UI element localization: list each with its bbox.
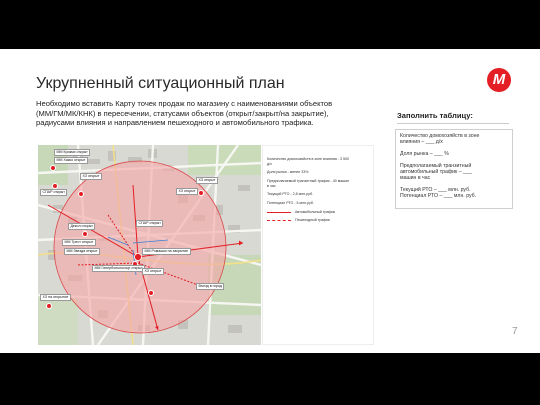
map-label: ХЗ на открытие (40, 294, 71, 301)
map-label: ММ Ромашки на закрытие (142, 248, 191, 255)
car-traffic-swatch (267, 212, 291, 213)
map-label: ХЗ открыт (176, 188, 198, 195)
legend-line: в час (267, 183, 276, 188)
legend-line: Количество домохозяйств в зоне влияния -… (267, 157, 349, 161)
map-label: СПАР открыт (136, 220, 164, 227)
fill-line: Потенциал РТО – ___ млн. руб. (400, 193, 477, 199)
divider (397, 123, 509, 124)
map-label: СПАР открыт (40, 189, 68, 196)
fill-line: Доля рынка – ___ % (400, 151, 449, 157)
description-line: радиусами влияния и направлением пешеход… (36, 118, 314, 128)
map-legend: Количество домохозяйств в зоне влияния -… (262, 145, 374, 345)
map-label: ММ Звезда открыт (64, 248, 100, 255)
store-marker[interactable] (198, 190, 204, 196)
page-number: 7 (512, 326, 518, 337)
brand-logo: М (487, 68, 511, 92)
fill-line: машин в час (400, 175, 431, 181)
map-label: ХЗ открыт (196, 177, 218, 184)
store-marker[interactable] (46, 303, 52, 309)
map-label: Въезд в город (196, 283, 225, 290)
legend-traffic-label: Пешеходный трафик (295, 218, 330, 222)
map-label: ММ Хакко открыт (54, 157, 88, 164)
situation-map[interactable]: ММ Крокмэ открыт ММ Хакко открыт ХЗ откр… (38, 145, 261, 345)
slide-title: Укрупненный ситуационный план (36, 75, 285, 92)
map-label: ХЗ открыт (80, 173, 102, 180)
description-line: (ММ/ГМ/МК/КНК) в пересечении, статусами … (36, 108, 329, 118)
map-label: ММ Крокмэ открыт (54, 149, 91, 156)
legend-line: Текущий РТО - 2,8 млн.руб. (267, 192, 314, 196)
pedestrian-traffic-swatch (267, 220, 291, 221)
fill-line: влияния – ___ д/х (400, 139, 443, 145)
store-marker[interactable] (50, 165, 56, 171)
logo-letter: М (492, 71, 506, 88)
map-label: Декол открыт (68, 223, 96, 230)
store-marker[interactable] (148, 290, 154, 296)
description: Необходимо вставить Карту точек продаж п… (36, 99, 386, 128)
slide: Укрупненный ситуационный план М Необходи… (0, 49, 540, 353)
legend-line: Доля рынка - менее 33% (267, 170, 309, 174)
legend-line: Предполагаемый транзитный трафик - 40 ма… (267, 179, 350, 183)
fill-table-heading: Заполнить таблицу: (397, 111, 473, 120)
fill-table-box[interactable]: Количество домохозяйств в зоне влияния –… (395, 129, 513, 209)
legend-line: д/х (267, 161, 272, 166)
legend-traffic-label: Автомобильный трафик (295, 210, 336, 214)
legend-line: Потенциал РТО - 5 млн.руб. (267, 201, 314, 205)
store-marker[interactable] (78, 191, 84, 197)
map-label: ХЗ открыт (142, 268, 164, 275)
store-marker[interactable] (82, 231, 88, 237)
map-label: ММ Трест открыт (62, 239, 96, 246)
description-line: Необходимо вставить Карту точек продаж п… (36, 99, 333, 108)
map-label: ММ Гипербольногоце открыт (92, 265, 146, 272)
